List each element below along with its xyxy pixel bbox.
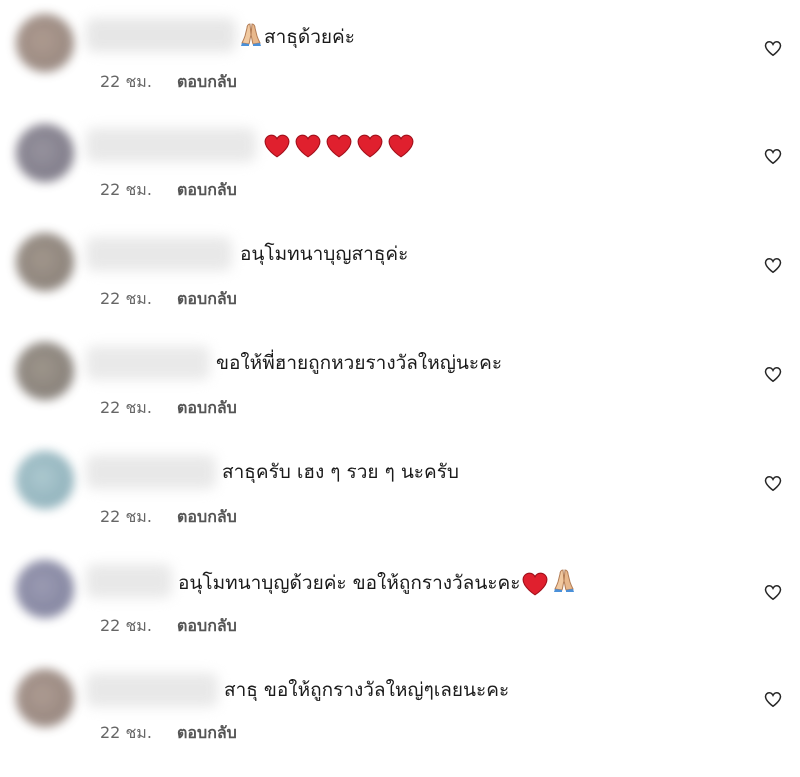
comment-time: 22 ชม. (100, 72, 152, 91)
heart-outline-icon[interactable] (764, 691, 782, 708)
heart-outline-icon[interactable] (764, 148, 782, 165)
comment-time: 22 ชม. (100, 616, 152, 635)
username-redacted[interactable] (86, 128, 256, 162)
heart-outline-icon[interactable] (764, 475, 782, 492)
comment-text: อนุโมทนาบุญสาธุค่ะ (240, 241, 408, 267)
avatar[interactable] (16, 560, 74, 618)
folded-hands-icon (240, 22, 262, 53)
avatar[interactable] (16, 451, 74, 509)
username-redacted[interactable] (86, 346, 210, 380)
comment-time: 22 ชม. (100, 180, 152, 199)
username-redacted[interactable] (86, 564, 172, 598)
comment-meta: 22 ชม. ตอบกลับ (100, 614, 237, 639)
comment-text-content: อนุโมทนาบุญสาธุค่ะ (240, 243, 409, 265)
red-heart-icon (388, 134, 414, 158)
comment-text: สาธุด้วยค่ะ (240, 22, 355, 53)
reply-button[interactable]: ตอบกลับ (177, 721, 237, 746)
username-redacted[interactable] (86, 237, 232, 271)
comment-item: ขอให้พี่ฮายถูกหวยรางวัลใหญ่นะคะ 22 ชม. ต… (0, 328, 800, 428)
red-heart-icon (522, 572, 548, 596)
comment-text-content: อนุโมทนาบุญด้วยค่ะ ขอให้ถูกรางวัลนะคะ (178, 572, 521, 594)
reply-button[interactable]: ตอบกลับ (177, 287, 237, 312)
comment-text-content: สาธุครับ เฮง ๆ รวย ๆ นะครับ (222, 461, 459, 483)
heart-outline-icon[interactable] (764, 366, 782, 383)
comment-item: อนุโมทนาบุญสาธุค่ะ 22 ชม. ตอบกลับ (0, 219, 800, 319)
username-redacted[interactable] (86, 18, 236, 52)
comment-meta: 22 ชม. ตอบกลับ (100, 178, 237, 203)
username-redacted[interactable] (86, 673, 218, 707)
comment-item: สาธุครับ เฮง ๆ รวย ๆ นะครับ 22 ชม. ตอบกล… (0, 437, 800, 537)
comment-text: ขอให้พี่ฮายถูกหวยรางวัลใหญ่นะคะ (216, 350, 502, 376)
comment-text-content: ขอให้พี่ฮายถูกหวยรางวัลใหญ่นะคะ (216, 352, 503, 374)
username-redacted[interactable] (86, 455, 216, 489)
reply-button[interactable]: ตอบกลับ (177, 505, 237, 530)
comment-item: สาธุ ขอให้ถูกรางวัลใหญ่ๆเลยนะคะ 22 ชม. ต… (0, 655, 800, 755)
reply-button[interactable]: ตอบกลับ (177, 614, 237, 639)
heart-outline-icon[interactable] (764, 40, 782, 57)
comment-meta: 22 ชม. ตอบกลับ (100, 505, 237, 530)
heart-outline-icon[interactable] (764, 584, 782, 601)
comment-text: อนุโมทนาบุญด้วยค่ะ ขอให้ถูกรางวัลนะคะ (178, 568, 577, 599)
comment-time: 22 ชม. (100, 507, 152, 526)
comment-text: สาธุครับ เฮง ๆ รวย ๆ นะครับ (222, 459, 459, 485)
comment-item: 22 ชม. ตอบกลับ (0, 110, 800, 210)
comment-text: สาธุ ขอให้ถูกรางวัลใหญ่ๆเลยนะคะ (224, 677, 509, 703)
comment-time: 22 ชม. (100, 398, 152, 417)
red-heart-icon (326, 134, 352, 158)
comment-time: 22 ชม. (100, 289, 152, 308)
heart-outline-icon[interactable] (764, 257, 782, 274)
red-heart-icon (295, 134, 321, 158)
avatar[interactable] (16, 233, 74, 291)
comment-time: 22 ชม. (100, 723, 152, 742)
comment-item: สาธุด้วยค่ะ 22 ชม. ตอบกลับ (0, 0, 800, 100)
comment-item: อนุโมทนาบุญด้วยค่ะ ขอให้ถูกรางวัลนะคะ 22… (0, 546, 800, 646)
comment-meta: 22 ชม. ตอบกลับ (100, 287, 237, 312)
avatar[interactable] (16, 124, 74, 182)
reply-button[interactable]: ตอบกลับ (177, 178, 237, 203)
comment-text-content: สาธุด้วยค่ะ (264, 26, 355, 48)
red-heart-icon (264, 134, 290, 158)
comment-meta: 22 ชม. ตอบกลับ (100, 721, 237, 746)
red-heart-icon (357, 134, 383, 158)
comment-meta: 22 ชม. ตอบกลับ (100, 396, 237, 421)
comment-meta: 22 ชม. ตอบกลับ (100, 70, 237, 95)
avatar[interactable] (16, 669, 74, 727)
comment-text (264, 132, 419, 158)
avatar[interactable] (16, 342, 74, 400)
comment-text-content: สาธุ ขอให้ถูกรางวัลใหญ่ๆเลยนะคะ (224, 679, 510, 701)
folded-hands-icon (553, 568, 575, 599)
reply-button[interactable]: ตอบกลับ (177, 396, 237, 421)
reply-button[interactable]: ตอบกลับ (177, 70, 237, 95)
avatar[interactable] (16, 14, 74, 72)
